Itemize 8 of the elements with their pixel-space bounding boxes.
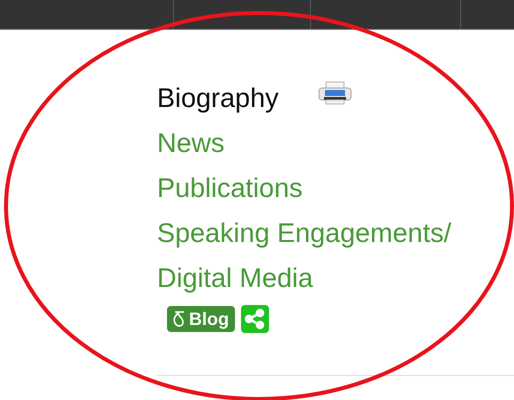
nav-link[interactable]: Biography <box>157 83 279 114</box>
print-icon[interactable] <box>316 80 353 104</box>
nav-link[interactable]: Publications <box>157 173 303 204</box>
blog-button[interactable]: Blog <box>167 306 235 332</box>
nav-link[interactable]: News <box>157 128 225 159</box>
nav-link[interactable]: Digital Media <box>157 263 314 294</box>
delta-icon <box>172 309 186 329</box>
nav-link[interactable]: Speaking Engagements/ <box>157 218 452 249</box>
